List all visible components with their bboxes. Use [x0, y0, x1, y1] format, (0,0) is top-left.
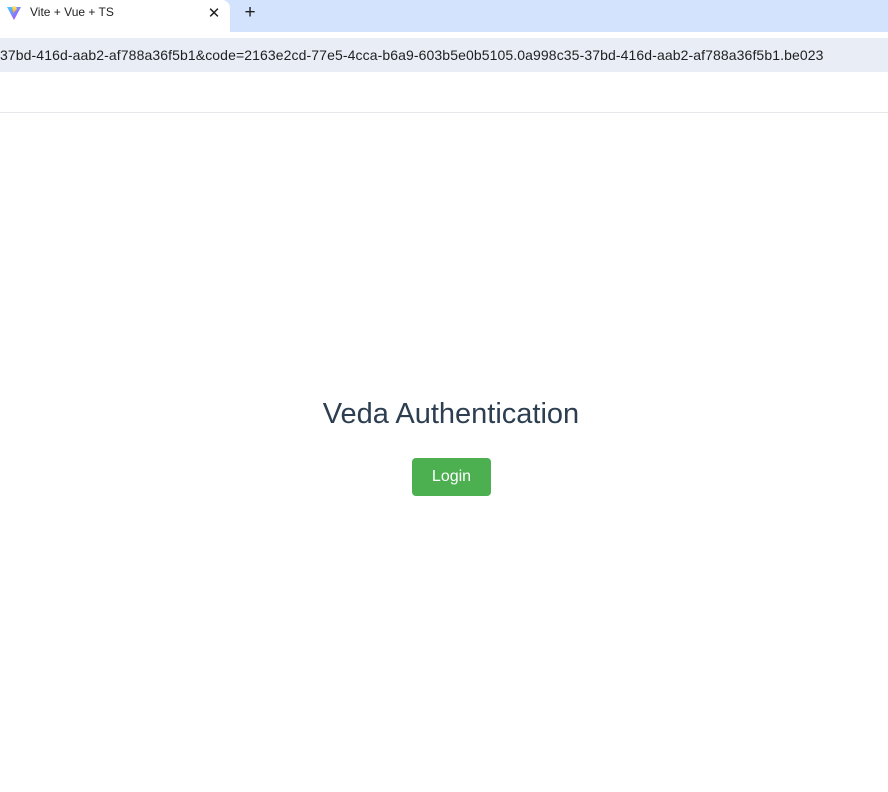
browser-tabstrip: Vite + Vue + TS ✕ +	[0, 0, 888, 32]
address-bar[interactable]: 37bd-416d-aab2-af788a36f5b1&code=2163e2c…	[0, 38, 888, 72]
login-button[interactable]: Login	[412, 458, 491, 496]
browser-toolbar: 37bd-416d-aab2-af788a36f5b1&code=2163e2c…	[0, 32, 888, 80]
new-tab-plus-icon[interactable]: +	[240, 2, 260, 22]
browser-tab[interactable]: Vite + Vue + TS ✕	[0, 0, 230, 32]
page-title: Veda Authentication	[322, 398, 580, 430]
page-content: Veda Authentication Login	[0, 113, 888, 792]
tab-title: Vite + Vue + TS	[30, 5, 114, 19]
vite-logo-icon	[7, 6, 21, 20]
close-tab-icon[interactable]: ✕	[205, 4, 223, 22]
address-bar-url[interactable]: 37bd-416d-aab2-af788a36f5b1&code=2163e2c…	[0, 46, 824, 64]
